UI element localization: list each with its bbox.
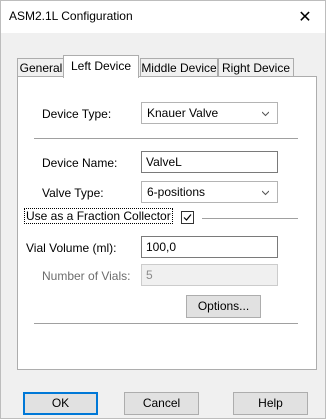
valve-type-label: Valve Type:	[42, 186, 104, 200]
device-name-input[interactable]	[142, 152, 277, 172]
tab-middle-device[interactable]: Middle Device	[140, 58, 218, 76]
window-title: ASM2.1L Configuration	[9, 9, 133, 23]
checkmark-icon	[183, 214, 192, 221]
device-name-label: Device Name:	[42, 156, 118, 170]
title-bar: ASM2.1L Configuration ✕	[1, 1, 325, 33]
cancel-button[interactable]: Cancel	[124, 392, 199, 415]
device-name-field[interactable]	[141, 151, 278, 173]
vial-volume-field[interactable]	[141, 236, 278, 258]
vial-volume-input[interactable]	[142, 237, 277, 257]
left-device-panel: Device Type: Knauer Valve Device Name: V…	[17, 76, 317, 370]
tab-left-device[interactable]: Left Device	[63, 55, 139, 78]
device-type-label: Device Type:	[42, 107, 112, 121]
options-button[interactable]: Options...	[186, 295, 261, 318]
chevron-down-icon	[262, 111, 269, 117]
vial-volume-label: Vial Volume (ml):	[26, 241, 117, 255]
tab-right-device[interactable]: Right Device	[218, 58, 294, 76]
close-button[interactable]: ✕	[285, 1, 325, 33]
fraction-collector-label[interactable]: Use as a Fraction Collector	[24, 208, 173, 224]
num-vials-input	[142, 265, 277, 285]
help-button[interactable]: Help	[233, 392, 308, 415]
valve-type-select[interactable]: 6-positions	[141, 181, 278, 203]
separator-bottom	[34, 323, 298, 324]
chevron-down-icon	[262, 190, 269, 196]
device-type-value: Knauer Valve	[147, 106, 219, 120]
configuration-dialog: ASM2.1L Configuration ✕ General Left Dev…	[0, 0, 326, 419]
tab-general[interactable]: General	[17, 58, 65, 76]
num-vials-label: Number of Vials:	[42, 269, 131, 283]
fraction-collector-checkbox[interactable]	[181, 211, 194, 224]
ok-button[interactable]: OK	[23, 392, 98, 415]
fraction-collector-group-line	[202, 218, 298, 219]
valve-type-value: 6-positions	[147, 185, 206, 199]
separator	[34, 138, 298, 139]
num-vials-field	[141, 264, 278, 286]
device-type-select[interactable]: Knauer Valve	[141, 102, 278, 124]
